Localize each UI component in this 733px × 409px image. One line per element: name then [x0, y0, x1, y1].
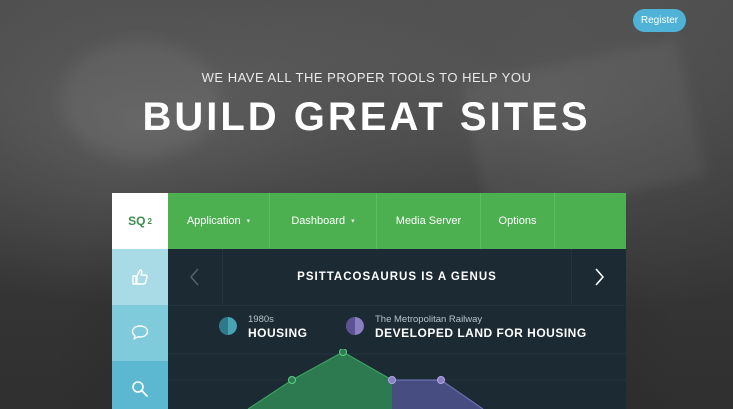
slider-prev-button[interactable]: [168, 249, 223, 305]
legend-subtitle: 1980s: [248, 314, 274, 325]
slider-content: PSITTACOSAURUS IS A GENUS 1980s HOUSING: [168, 249, 626, 409]
logo[interactable]: SQ 2: [112, 193, 168, 249]
slide-title: PSITTACOSAURUS IS A GENUS: [297, 271, 497, 283]
comment-button[interactable]: [112, 305, 168, 361]
like-button[interactable]: [112, 249, 168, 305]
speech-bubble-icon: [131, 325, 149, 340]
chart-point[interactable]: [437, 376, 445, 384]
chart-point[interactable]: [388, 376, 396, 384]
area-chart: [168, 349, 626, 409]
half-circle-icon: [219, 317, 237, 335]
caret-down-icon: ▾: [246, 218, 251, 225]
demo-panel: SQ 2 Application ▾ Dashboard ▾ Media Server…: [112, 193, 626, 409]
nav-item-dashboard[interactable]: Dashboard ▾: [270, 193, 377, 249]
icon-sidebar: [112, 249, 168, 409]
register-button[interactable]: Register: [633, 9, 686, 32]
slider-header: PSITTACOSAURUS IS A GENUS: [168, 249, 626, 306]
legend-item-developed-land: The Metropolitan Railway DEVELOPED LAND …: [346, 314, 587, 340]
search-button[interactable]: [112, 361, 168, 409]
chevron-left-icon: [190, 268, 199, 286]
logo-superscript: 2: [147, 216, 152, 226]
top-nav: Application ▾ Dashboard ▾ Media Server Opt…: [168, 193, 626, 249]
chart-point[interactable]: [339, 349, 347, 356]
slider-next-button[interactable]: [571, 249, 626, 305]
half-circle-icon: [346, 317, 364, 335]
chevron-right-icon: [595, 268, 605, 286]
hero-headline: BUILD GREAT SITES: [142, 95, 591, 139]
legend-item-housing: 1980s HOUSING: [219, 314, 308, 340]
legend-title: HOUSING: [248, 326, 308, 340]
nav-item-application[interactable]: Application ▾: [168, 193, 270, 249]
logo-text: SQ: [128, 214, 146, 228]
chart-area-developed-land: [392, 380, 483, 409]
caret-down-icon: ▾: [351, 218, 355, 225]
search-icon: [132, 381, 148, 397]
nav-item-label: Options: [498, 215, 537, 227]
nav-item-options[interactable]: Options: [481, 193, 555, 249]
chart-point[interactable]: [288, 376, 296, 384]
legend-subtitle: The Metropolitan Railway: [375, 314, 483, 325]
nav-item-media-server[interactable]: Media Server: [377, 193, 481, 249]
thumbs-up-icon: [132, 269, 148, 285]
legend-title: DEVELOPED LAND FOR HOUSING: [375, 326, 587, 340]
nav-item-label: Application: [186, 215, 241, 227]
nav-item-label: Media Server: [395, 215, 462, 227]
nav-item-label: Dashboard: [291, 215, 346, 227]
hero-tagline: WE HAVE ALL THE PROPER TOOLS TO HELP YOU: [201, 70, 532, 85]
